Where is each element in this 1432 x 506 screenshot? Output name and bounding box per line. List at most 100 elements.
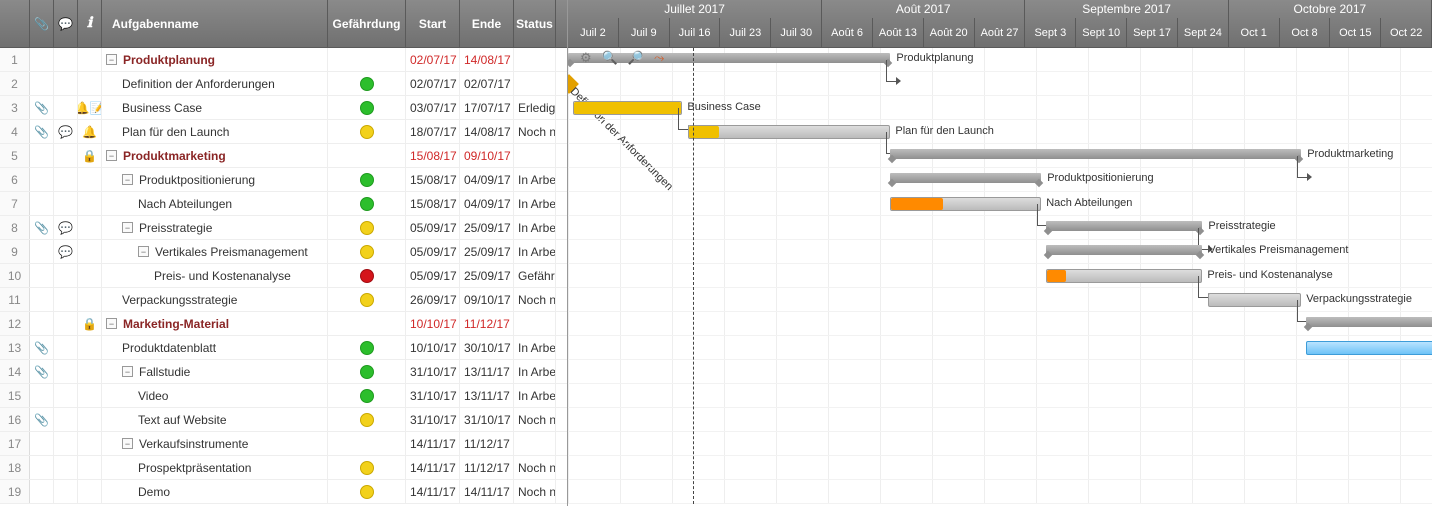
cell-task-name[interactable]: Text auf Website [102,408,328,431]
cell-comment[interactable] [54,336,78,359]
cell-start[interactable]: 02/07/17 [406,48,460,71]
cell-info[interactable] [78,72,102,95]
table-row[interactable]: 1−Produktplanung02/07/1714/08/17 [0,48,567,72]
cell-task-name[interactable]: Plan für den Launch [102,120,328,143]
cell-info[interactable] [78,480,102,503]
cell-status[interactable]: Noch nicht begonnen [514,120,556,143]
cell-attachment[interactable] [30,72,54,95]
week-cell[interactable]: Août 20 [924,18,975,48]
table-row[interactable]: 16📎Text auf Website31/10/1731/10/17Noch … [0,408,567,432]
gantt-bar[interactable]: Preis- und Kostenanalyse [1046,269,1202,283]
gantt-bar[interactable]: Produktpositionierung [890,173,1041,183]
cell-risk[interactable] [328,48,406,71]
cell-start[interactable]: 15/08/17 [406,192,460,215]
cell-info[interactable] [78,48,102,71]
cell-start[interactable]: 15/08/17 [406,144,460,167]
cell-start[interactable]: 15/08/17 [406,168,460,191]
cell-start[interactable]: 02/07/17 [406,72,460,95]
cell-task-name[interactable]: −Produktmarketing [102,144,328,167]
week-cell[interactable]: Août 27 [975,18,1026,48]
cell-start[interactable]: 03/07/17 [406,96,460,119]
table-row[interactable]: 9💬−Vertikales Preismanagement05/09/1725/… [0,240,567,264]
month-cell[interactable]: Septembre 2017 [1025,0,1228,18]
week-cell[interactable]: Oct 15 [1330,18,1381,48]
cell-attachment[interactable]: 📎 [30,408,54,431]
gantt-bar[interactable]: Nach Abteilungen [890,197,1041,211]
cell-status[interactable]: Noch nicht begonnen [514,288,556,311]
cell-comment[interactable] [54,192,78,215]
cell-task-name[interactable]: −Produktplanung [102,48,328,71]
cell-risk[interactable] [328,144,406,167]
cell-info[interactable]: 🔔📝 [78,96,102,119]
cell-end[interactable]: 14/08/17 [460,48,514,71]
critical-path-icon[interactable]: ⤳ [654,50,664,66]
cell-end[interactable]: 14/08/17 [460,120,514,143]
col-end[interactable]: Ende [460,0,514,47]
cell-info[interactable]: 🔔 [78,120,102,143]
table-row[interactable]: 7Nach Abteilungen15/08/1704/09/17In Arbe… [0,192,567,216]
week-cell[interactable]: Juil 2 [568,18,619,48]
cell-attachment[interactable] [30,384,54,407]
cell-status[interactable]: In Arbeit [514,216,556,239]
cell-task-name[interactable]: Prospektpräsentation [102,456,328,479]
toggle-icon[interactable]: − [106,150,117,161]
cell-task-name[interactable]: Verpackungsstrategie [102,288,328,311]
table-row[interactable]: 12🔒−Marketing-Material10/10/1711/12/17 [0,312,567,336]
col-risk[interactable]: Gefährdung [328,0,406,47]
cell-info[interactable] [78,264,102,287]
cell-comment[interactable] [54,312,78,335]
gantt-row[interactable] [568,456,1432,480]
col-status[interactable]: Status [514,0,556,47]
cell-risk[interactable] [328,456,406,479]
cell-task-name[interactable]: Definition der Anforderungen [102,72,328,95]
cell-end[interactable]: 25/09/17 [460,264,514,287]
cell-status[interactable]: In Arbeit [514,384,556,407]
table-row[interactable]: 11Verpackungsstrategie26/09/1709/10/17No… [0,288,567,312]
cell-task-name[interactable]: −Verkaufsinstrumente [102,432,328,455]
cell-info[interactable] [78,240,102,263]
cell-info[interactable] [78,336,102,359]
toggle-icon[interactable]: − [106,54,117,65]
gantt-body[interactable]: ProduktplanungDefinition der Anforderung… [568,48,1432,504]
gantt-row[interactable]: Produktplanung [568,48,1432,72]
cell-status[interactable]: In Arbeit [514,240,556,263]
gantt-row[interactable]: Nach Abteilungen [568,192,1432,216]
cell-risk[interactable] [328,120,406,143]
cell-risk[interactable] [328,288,406,311]
cell-comment[interactable] [54,408,78,431]
cell-status[interactable]: Gefährdet [514,264,556,287]
cell-start[interactable]: 10/10/17 [406,312,460,335]
cell-status[interactable]: In Arbeit [514,168,556,191]
gantt-bar[interactable] [1306,317,1432,327]
cell-task-name[interactable]: Nach Abteilungen [102,192,328,215]
cell-comment[interactable] [54,72,78,95]
toggle-icon[interactable]: − [138,246,149,257]
cell-start[interactable]: 14/11/17 [406,456,460,479]
toggle-icon[interactable]: − [122,222,133,233]
table-row[interactable]: 18Prospektpräsentation14/11/1711/12/17No… [0,456,567,480]
cell-attachment[interactable]: 📎 [30,120,54,143]
cell-attachment[interactable] [30,192,54,215]
gantt-row[interactable] [568,360,1432,384]
cell-attachment[interactable] [30,432,54,455]
cell-task-name[interactable]: Demo [102,480,328,503]
cell-task-name[interactable]: Preis- und Kostenanalyse [102,264,328,287]
week-cell[interactable]: Sept 10 [1076,18,1127,48]
cell-attachment[interactable] [30,456,54,479]
cell-status[interactable]: Noch nicht begonnen [514,408,556,431]
col-number[interactable] [0,0,30,47]
cell-attachment[interactable]: 📎 [30,360,54,383]
cell-attachment[interactable] [30,48,54,71]
cell-status[interactable]: In Arbeit [514,336,556,359]
table-row[interactable]: 19Demo14/11/1714/11/17Noch nicht begonne… [0,480,567,504]
gantt-bar[interactable]: Produktmarketing [890,149,1301,159]
cell-end[interactable]: 17/07/17 [460,96,514,119]
cell-status[interactable]: Noch nicht begonnen [514,480,556,503]
cell-status[interactable] [514,312,556,335]
cell-attachment[interactable] [30,480,54,503]
gantt-row[interactable]: Definition der Anforderungen [568,72,1432,96]
gantt-row[interactable]: Produktmarketing [568,144,1432,168]
cell-end[interactable]: 14/11/17 [460,480,514,503]
cell-start[interactable]: 31/10/17 [406,384,460,407]
cell-info[interactable] [78,192,102,215]
